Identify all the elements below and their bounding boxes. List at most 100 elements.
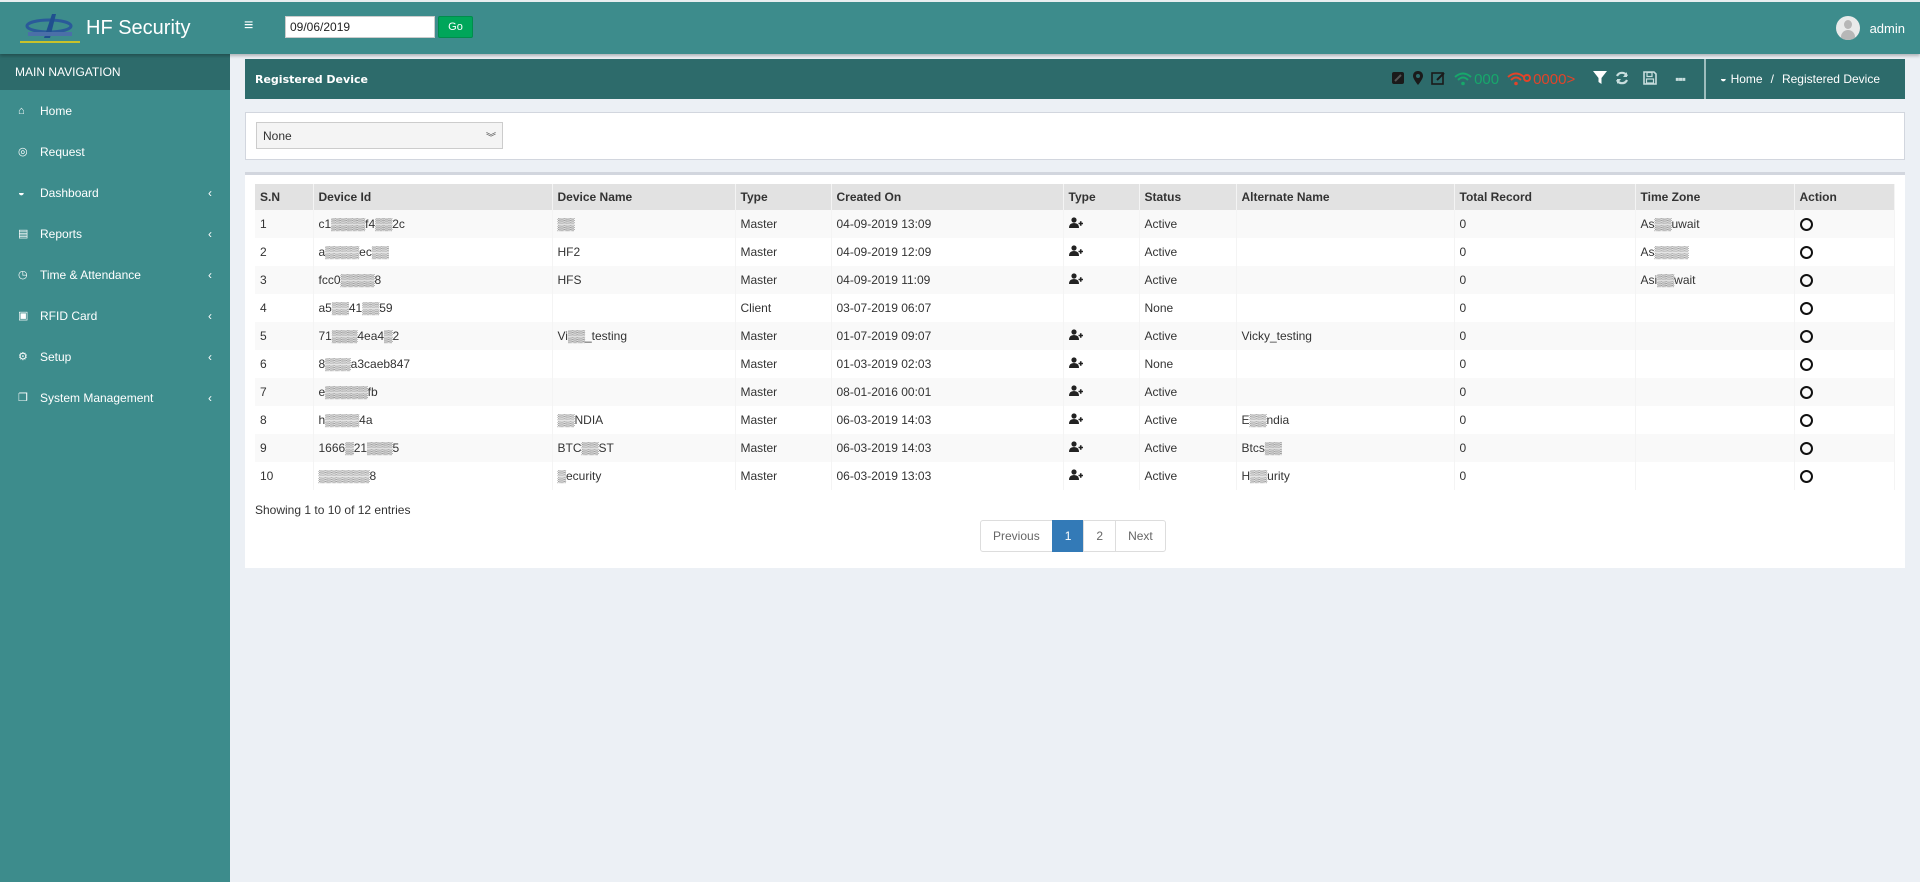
table-row[interactable]: 5 71▒▒▒4ea4▒2 Vi▒▒_testing Master 01-07-2019… (255, 322, 1895, 350)
cell-type: Master (735, 378, 832, 406)
cell-sn: 5 (255, 322, 314, 350)
user-plus-icon[interactable] (1068, 329, 1083, 343)
select-radio-icon[interactable] (1799, 470, 1813, 484)
user-plus-icon[interactable] (1068, 245, 1083, 259)
sidebar-item-request[interactable]: ◎ Request (0, 131, 230, 172)
filter-icon[interactable] (1593, 70, 1608, 88)
user-plus-icon[interactable] (1068, 469, 1083, 483)
user-plus-icon[interactable] (1068, 413, 1083, 427)
dashboard-icon: ◒ (18, 186, 25, 199)
date-input[interactable] (285, 16, 435, 38)
cell-sn: 3 (255, 266, 314, 294)
page-button-1[interactable]: 1 (1051, 520, 1085, 552)
cell-action (1794, 406, 1895, 434)
column-header-device-id[interactable]: Device Id (313, 184, 553, 210)
cell-device-id: h▒▒▒▒4a (313, 406, 553, 434)
edit-square-icon[interactable] (1391, 71, 1405, 88)
column-header-created-on[interactable]: Created On (831, 184, 1064, 210)
cell-time-zone (1635, 406, 1795, 434)
user-menu[interactable]: admin (1835, 16, 1905, 40)
sidebar-item-label: System Management (40, 390, 154, 405)
more-icon[interactable]: ▪▪▪ (1675, 72, 1686, 86)
sidebar: MAIN NAVIGATION ⌂ Home ◎ Request ◒ Dashb… (0, 54, 230, 882)
cell-type: Master (735, 406, 832, 434)
table-row[interactable]: 3 fcc0▒▒▒▒8 HFS Master 04-09-2019 11:09 Activ… (255, 266, 1895, 294)
sidebar-item-time-attendance[interactable]: ◷ Time & Attendance ‹ (0, 254, 230, 295)
page-button-2[interactable]: 2 (1083, 520, 1117, 552)
user-plus-icon[interactable] (1068, 357, 1083, 371)
table-row[interactable]: 1 c1▒▒▒▒f4▒▒2c ▒▒ Master 04-09-2019 13:09 Act… (255, 210, 1895, 238)
cell-device-name: ▒▒ (552, 210, 736, 238)
column-header-device-name[interactable]: Device Name (552, 184, 736, 210)
logo[interactable]: HF Security (0, 2, 230, 54)
column-header-user-type[interactable]: Type (1063, 184, 1140, 210)
cell-type: Master (735, 238, 832, 266)
hamburger-icon[interactable]: ≡ (244, 17, 253, 35)
map-marker-icon[interactable] (1413, 70, 1424, 88)
select-radio-icon[interactable] (1799, 442, 1813, 456)
sidebar-item-home[interactable]: ⌂ Home (0, 90, 230, 131)
cell-total-record: 0 (1454, 266, 1636, 294)
cell-type: Master (735, 434, 832, 462)
cell-action (1794, 210, 1895, 238)
previous-page-button[interactable]: Previous (980, 520, 1053, 552)
next-page-button[interactable]: Next (1115, 520, 1166, 552)
select-radio-icon[interactable] (1799, 386, 1813, 400)
go-button[interactable]: Go (438, 16, 473, 38)
table-row[interactable]: 8 h▒▒▒▒4a ▒▒NDIA Master 06-03-2019 14:03 Acti… (255, 406, 1895, 434)
column-header-total-record[interactable]: Total Record (1454, 184, 1636, 210)
table-row[interactable]: 7 e▒▒▒▒▒fb Master 08-01-2016 00:01 Active 0 (255, 378, 1895, 406)
select-radio-icon[interactable] (1799, 358, 1813, 372)
column-header-time-zone[interactable]: Time Zone (1635, 184, 1795, 210)
select-radio-icon[interactable] (1799, 330, 1813, 344)
user-plus-icon[interactable] (1068, 385, 1083, 399)
clone-icon: ❐ (18, 392, 28, 404)
select-radio-icon[interactable] (1799, 274, 1813, 288)
gears-icon: ⚙ (18, 351, 28, 363)
select-radio-icon[interactable] (1799, 302, 1813, 316)
double-chevron-down-icon: ︾ (486, 133, 496, 144)
breadcrumb-home[interactable]: Home (1731, 72, 1763, 86)
table-row[interactable]: 10 ▒▒▒▒▒▒8 ▒ecurity Master 06-03-2019 13:03 A… (255, 462, 1895, 490)
cell-status: Active (1139, 210, 1237, 238)
sidebar-item-dashboard[interactable]: ◒ Dashboard ‹ (0, 172, 230, 213)
table-row[interactable]: 6 8▒▒▒a3caeb847 Master 01-03-2019 02:03 None… (255, 350, 1895, 378)
cell-alternate-name: H▒▒urity (1236, 462, 1455, 490)
offline-devices-indicator[interactable]: 0000> (1507, 71, 1575, 88)
user-plus-icon[interactable] (1068, 441, 1083, 455)
refresh-icon[interactable] (1615, 71, 1629, 88)
column-header-alternate-name[interactable]: Alternate Name (1236, 184, 1455, 210)
save-icon[interactable] (1643, 70, 1658, 88)
cell-created-on: 06-03-2019 13:03 (831, 462, 1064, 490)
online-devices-indicator[interactable]: 000 (1454, 71, 1499, 88)
user-plus-icon[interactable] (1068, 217, 1083, 231)
edit-icon[interactable] (1431, 71, 1446, 88)
cell-alternate-name (1236, 378, 1455, 406)
cell-time-zone: Asi▒▒wait (1635, 266, 1795, 294)
cell-device-name: HFS (552, 266, 736, 294)
table-row[interactable]: 2 a▒▒▒▒ec▒▒ HF2 Master 04-09-2019 12:09 Activ… (255, 238, 1895, 266)
sidebar-item-setup[interactable]: ⚙ Setup ‹ (0, 336, 230, 377)
select-radio-icon[interactable] (1799, 218, 1813, 232)
table-row[interactable]: 9 1666▒21▒▒▒5 BTC▒▒ST Master 06-03-2019 14:0… (255, 434, 1895, 462)
cell-time-zone (1635, 350, 1795, 378)
cell-status: Active (1139, 238, 1237, 266)
cell-user-icon (1063, 322, 1140, 350)
sidebar-item-system-management[interactable]: ❐ System Management ‹ (0, 377, 230, 418)
table-body: 1 c1▒▒▒▒f4▒▒2c ▒▒ Master 04-09-2019 13:09 Act… (255, 210, 1895, 490)
user-plus-icon[interactable] (1068, 273, 1083, 287)
column-header-type[interactable]: Type (735, 184, 832, 210)
sidebar-item-rfid-card[interactable]: ▣ RFID Card ‹ (0, 295, 230, 336)
column-header-sn[interactable]: S.N (255, 184, 314, 210)
select-radio-icon[interactable] (1799, 246, 1813, 260)
select-radio-icon[interactable] (1799, 414, 1813, 428)
cell-total-record: 0 (1454, 294, 1636, 322)
cell-sn: 2 (255, 238, 314, 266)
column-header-status[interactable]: Status (1139, 184, 1237, 210)
table-row[interactable]: 4 a5▒▒41▒▒59 Client 03-07-2019 06:07 None 0 (255, 294, 1895, 322)
cell-created-on: 01-03-2019 02:03 (831, 350, 1064, 378)
sidebar-item-reports[interactable]: ▤ Reports ‹ (0, 213, 230, 254)
cell-device-id: 1666▒21▒▒▒5 (313, 434, 553, 462)
device-filter-select[interactable]: None ︾ (256, 122, 503, 149)
sidebar-item-label: Home (40, 103, 73, 118)
